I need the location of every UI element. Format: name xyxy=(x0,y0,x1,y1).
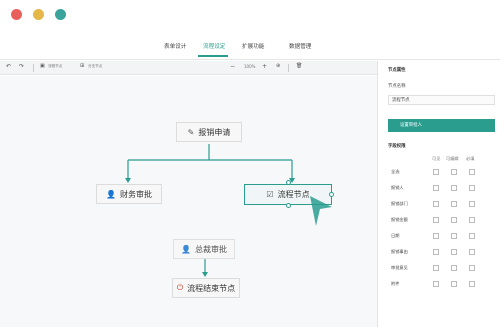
minimize-window-button[interactable] xyxy=(33,9,44,20)
zoom-level: 100% xyxy=(244,64,256,69)
perm-row: 全选 xyxy=(388,167,495,179)
flow-toolbar: ↶ ↷ ▣ 流程节点 ⊞ 分支节点 − 100% + ⊕ 🗑 xyxy=(0,61,377,75)
perm-row-label: 报销事由 xyxy=(391,249,408,254)
tab-extensions[interactable]: 扩展功能 xyxy=(242,42,264,50)
checkbox[interactable] xyxy=(433,281,439,287)
checkbox[interactable] xyxy=(469,185,475,191)
flow-node-start[interactable]: ✎ 报销申请 xyxy=(176,122,242,142)
checkbox-icon: ☑ xyxy=(266,190,274,199)
title-bar xyxy=(0,0,500,32)
perm-row: 报销事由 xyxy=(388,247,495,259)
perm-row-label: 全选 xyxy=(391,169,400,174)
node-name-input[interactable]: 流程节点 xyxy=(388,95,495,105)
perm-row-label: 报销人 xyxy=(391,185,404,190)
user-icon: 👤 xyxy=(106,189,116,199)
perm-row: 审批意见 xyxy=(388,263,495,275)
trash-icon[interactable]: 🗑 xyxy=(296,63,302,69)
checkbox[interactable] xyxy=(469,281,475,287)
perm-row-label: 报销金额 xyxy=(391,217,408,222)
undo-icon[interactable]: ↶ xyxy=(6,63,11,70)
checkbox[interactable] xyxy=(469,217,475,223)
toolbar-separator xyxy=(288,64,289,72)
checkbox[interactable] xyxy=(469,169,475,175)
checkbox[interactable] xyxy=(433,249,439,255)
tabs-divider xyxy=(0,59,500,60)
perm-row-label: 审批意见 xyxy=(391,265,408,270)
cursor-icon xyxy=(310,196,332,226)
checkbox[interactable] xyxy=(469,265,475,271)
user-icon: 👤 xyxy=(181,244,191,254)
maximize-window-button[interactable] xyxy=(55,9,66,20)
col-visible: 可见 xyxy=(432,156,441,161)
node-label: 流程结束节点 xyxy=(187,283,236,293)
perm-row: 报销部门 xyxy=(388,199,495,211)
checkbox[interactable] xyxy=(469,201,475,207)
add-process-node-button[interactable]: 流程节点 xyxy=(48,64,62,69)
checkbox[interactable] xyxy=(433,217,439,223)
field-permissions-title: 字段权限 xyxy=(388,144,406,149)
perm-row: 附件 xyxy=(388,279,495,291)
active-tab-indicator xyxy=(198,55,228,57)
col-editable: 可编辑 xyxy=(446,156,459,161)
resize-handle[interactable] xyxy=(286,203,291,208)
node-name-label: 节点名称 xyxy=(388,84,406,89)
flow-canvas[interactable]: ✎ 报销申请 👤 财务审批 ☑ 流程节点 👤 总裁审批 ⏻ 流程结束节点 xyxy=(0,76,377,327)
checkbox[interactable] xyxy=(469,249,475,255)
checkbox[interactable] xyxy=(433,169,439,175)
checkbox[interactable] xyxy=(451,249,457,255)
checkbox[interactable] xyxy=(451,281,457,287)
checkbox[interactable] xyxy=(451,169,457,175)
checkbox[interactable] xyxy=(433,201,439,207)
target-icon[interactable]: ⊕ xyxy=(276,63,280,69)
checkbox[interactable] xyxy=(433,185,439,191)
resize-handle[interactable] xyxy=(286,180,291,185)
add-branch-node-button[interactable]: 分支节点 xyxy=(88,64,102,69)
checkbox[interactable] xyxy=(469,233,475,239)
checkbox[interactable] xyxy=(451,217,457,223)
perm-row-label: 附件 xyxy=(391,281,400,286)
flow-node-left[interactable]: 👤 财务审批 xyxy=(96,184,162,204)
tab-process-settings[interactable]: 流程设定 xyxy=(203,42,225,50)
node-label: 报销申请 xyxy=(198,127,231,137)
power-icon: ⏻ xyxy=(176,283,184,292)
checkbox[interactable] xyxy=(451,201,457,207)
flow-node-merge[interactable]: 👤 总裁审批 xyxy=(173,239,235,259)
zoom-out-button[interactable]: − xyxy=(230,63,235,70)
top-tabs: 表单设计 流程设定 扩展功能 数据管理 xyxy=(0,38,500,58)
toolbar-separator xyxy=(33,64,34,72)
perm-row: 报销人 xyxy=(388,183,495,195)
perm-row: 日期 xyxy=(388,231,495,243)
process-node-icon[interactable]: ▣ xyxy=(40,63,45,69)
branch-node-icon[interactable]: ⊞ xyxy=(80,63,84,69)
node-label: 财务审批 xyxy=(119,189,152,199)
col-required: 必填 xyxy=(466,156,475,161)
close-window-button[interactable] xyxy=(11,9,22,20)
node-label: 总裁审批 xyxy=(194,244,227,254)
checkbox[interactable] xyxy=(433,265,439,271)
perm-row-label: 日期 xyxy=(391,233,400,238)
perm-row: 报销金额 xyxy=(388,215,495,227)
checkbox[interactable] xyxy=(451,233,457,239)
redo-icon[interactable]: ↷ xyxy=(19,63,24,70)
checkbox[interactable] xyxy=(451,185,457,191)
edit-icon: ✎ xyxy=(187,127,195,137)
flow-node-end[interactable]: ⏻ 流程结束节点 xyxy=(172,278,240,298)
tab-data-management[interactable]: 数据管理 xyxy=(289,42,311,50)
zoom-in-button[interactable]: + xyxy=(262,63,267,70)
property-panel: 节点属性 节点名称 流程节点 设置审批人 字段权限 可见 可编辑 必填 全选 报… xyxy=(377,61,500,327)
node-label: 流程节点 xyxy=(277,190,310,199)
perm-row-label: 报销部门 xyxy=(391,201,408,206)
checkbox[interactable] xyxy=(451,265,457,271)
set-approver-button[interactable]: 设置审批人 xyxy=(388,119,495,132)
tab-form-design[interactable]: 表单设计 xyxy=(164,42,186,50)
checkbox[interactable] xyxy=(433,233,439,239)
panel-title: 节点属性 xyxy=(388,68,406,73)
